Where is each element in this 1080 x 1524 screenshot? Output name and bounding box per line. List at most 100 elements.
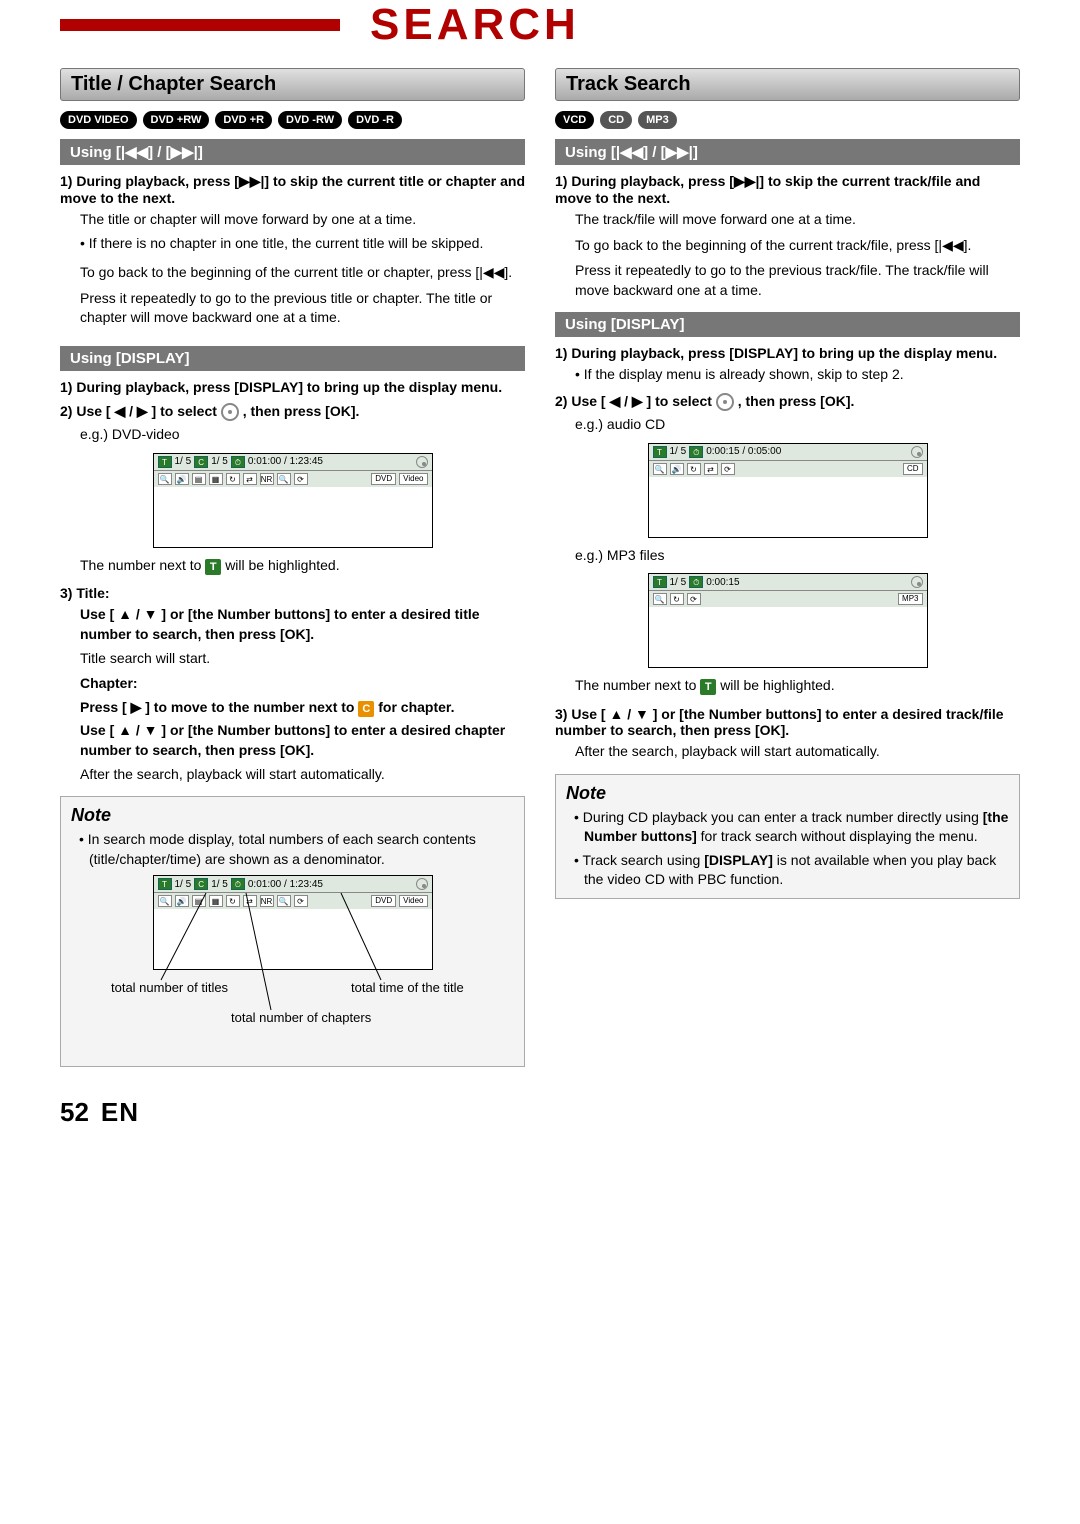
body-text: To go back to the beginning of the curre… bbox=[80, 263, 525, 283]
osd-c-icon: C bbox=[194, 456, 208, 468]
body-text: After the search, playback will start au… bbox=[80, 765, 525, 785]
t-highlight-icon: T bbox=[205, 559, 221, 575]
osd-mini-icon: NR bbox=[260, 473, 274, 485]
body-text: The number next to bbox=[80, 557, 205, 573]
page-title: SEARCH bbox=[340, 0, 580, 50]
body-text: Title search will start. bbox=[80, 649, 525, 669]
step-text: Press [ ▶ ] to move to the number next t… bbox=[80, 699, 358, 715]
osd-tag: DVD bbox=[371, 895, 396, 907]
disc-icon bbox=[911, 576, 923, 588]
step-text: , then press [OK]. bbox=[738, 393, 855, 409]
example-label: e.g.) audio CD bbox=[575, 415, 1020, 435]
step-text: During playback, press [DISPLAY] to brin… bbox=[571, 345, 997, 361]
step-subtitle: Chapter: bbox=[80, 674, 525, 694]
osd-mini-icon: ⟳ bbox=[294, 895, 308, 907]
osd-mini-icon: ⇄ bbox=[704, 463, 718, 475]
osd-mini-icon: ⇄ bbox=[243, 895, 257, 907]
osd-mini-icon: NR bbox=[260, 895, 274, 907]
note-box-left: Note In search mode display, total numbe… bbox=[60, 796, 525, 1067]
step-text: , then press [OK]. bbox=[243, 403, 360, 419]
osd-mini-icon: ↻ bbox=[226, 473, 240, 485]
section-header-title-chapter: Title / Chapter Search bbox=[60, 68, 525, 101]
subsection-using-skip: Using [|◀◀] / [▶▶|] bbox=[60, 139, 525, 165]
disc-badges-right: VCD CD MP3 bbox=[555, 111, 1020, 129]
osd-mini-icon: ▤ bbox=[192, 895, 206, 907]
osd-chapter-count: 1/ 5 bbox=[211, 456, 228, 467]
osd-mini-icon: 🔍 bbox=[158, 895, 172, 907]
osd-t-icon: T bbox=[653, 446, 667, 458]
step-text: Use [ ▲ / ▼ ] or [the Number buttons] to… bbox=[80, 605, 525, 644]
note-box-right: Note During CD playback you can enter a … bbox=[555, 774, 1020, 899]
osd-mini-icon: 🔍 bbox=[653, 463, 667, 475]
step-text: During playback, press [DISPLAY] to brin… bbox=[76, 379, 502, 395]
subsection-using-display: Using [DISPLAY] bbox=[555, 312, 1020, 337]
disc-badge: DVD -RW bbox=[278, 111, 342, 129]
step-text: During playback, press [▶▶|] to skip the… bbox=[555, 173, 980, 206]
header-accent-bar bbox=[60, 19, 340, 31]
t-highlight-icon: T bbox=[700, 679, 716, 695]
osd-t-icon: T bbox=[158, 456, 172, 468]
disc-icon bbox=[416, 456, 428, 468]
osd-display-mp3: T 1/ 5 ⏱ 0:00:15 🔍 ↻ ⟳ MP3 bbox=[648, 573, 928, 668]
osd-tag: CD bbox=[903, 463, 923, 475]
clock-icon: ⏱ bbox=[689, 576, 703, 588]
body-text: will be highlighted. bbox=[225, 557, 339, 573]
osd-mini-icon: ⇄ bbox=[243, 473, 257, 485]
disc-badge: DVD -R bbox=[348, 111, 402, 129]
disc-search-icon bbox=[221, 403, 239, 421]
osd-mini-icon: 🔍 bbox=[277, 895, 291, 907]
osd-mini-icon: 🔍 bbox=[653, 593, 667, 605]
note-bullet: During CD playback you can enter a track… bbox=[574, 808, 1009, 847]
body-text: Press it repeatedly to go to the previou… bbox=[80, 289, 525, 328]
osd-track-count: 1/ 5 bbox=[670, 446, 687, 457]
page-language: EN bbox=[101, 1097, 139, 1128]
disc-icon bbox=[911, 446, 923, 458]
osd-mini-icon: ▦ bbox=[209, 473, 223, 485]
osd-mini-icon: ↻ bbox=[670, 593, 684, 605]
step-number: 3) bbox=[60, 585, 72, 601]
osd-mini-icon: ▤ bbox=[192, 473, 206, 485]
step-number: 1) bbox=[60, 379, 72, 395]
callout-label: total number of titles bbox=[111, 980, 228, 995]
note-bullet: Track search using [DISPLAY] is not avai… bbox=[574, 851, 1009, 890]
clock-icon: ⏱ bbox=[689, 446, 703, 458]
osd-mini-icon: ⟳ bbox=[294, 473, 308, 485]
section-header-track: Track Search bbox=[555, 68, 1020, 101]
bullet-text: If the display menu is already shown, sk… bbox=[575, 365, 1020, 385]
step-number: 2) bbox=[60, 403, 72, 419]
disc-badge: MP3 bbox=[638, 111, 677, 129]
osd-t-icon: T bbox=[653, 576, 667, 588]
osd-mini-icon: ↻ bbox=[687, 463, 701, 475]
osd-title-count: 1/ 5 bbox=[175, 456, 192, 467]
left-column: Title / Chapter Search DVD VIDEO DVD +RW… bbox=[60, 68, 525, 1067]
osd-mini-icon: ↻ bbox=[226, 895, 240, 907]
step-subtitle: Title: bbox=[76, 585, 109, 601]
osd-time: 0:01:00 / 1:23:45 bbox=[248, 456, 323, 467]
osd-title-count: 1/ 5 bbox=[175, 879, 192, 890]
callout-label: total time of the title bbox=[351, 980, 464, 995]
disc-badge: CD bbox=[600, 111, 632, 129]
osd-time: 0:00:15 bbox=[706, 577, 739, 588]
example-label: e.g.) DVD-video bbox=[80, 425, 525, 445]
step-text: Use [ ◀ / ▶ ] to select bbox=[76, 403, 220, 419]
disc-search-icon bbox=[716, 393, 734, 411]
osd-tag: MP3 bbox=[898, 593, 922, 605]
osd-mini-icon: ⟳ bbox=[721, 463, 735, 475]
osd-time: 0:01:00 / 1:23:45 bbox=[248, 879, 323, 890]
disc-badge: DVD +R bbox=[215, 111, 272, 129]
osd-mini-icon: ▦ bbox=[209, 895, 223, 907]
clock-icon: ⏱ bbox=[231, 456, 245, 468]
body-text: After the search, playback will start au… bbox=[575, 742, 1020, 762]
step-text: for chapter. bbox=[378, 699, 454, 715]
example-label: e.g.) MP3 files bbox=[575, 546, 1020, 566]
subsection-using-skip: Using [|◀◀] / [▶▶|] bbox=[555, 139, 1020, 165]
bullet-text: If there is no chapter in one title, the… bbox=[80, 234, 525, 254]
step-text: Use [ ▲ / ▼ ] or [the Number buttons] to… bbox=[80, 721, 525, 760]
step-number: 3) bbox=[555, 706, 567, 722]
note-title: Note bbox=[71, 805, 514, 826]
c-highlight-icon: C bbox=[358, 701, 374, 717]
step-text: During playback, press [▶▶|] to skip the… bbox=[60, 173, 525, 206]
disc-badge: VCD bbox=[555, 111, 594, 129]
note-bullet: In search mode display, total numbers of… bbox=[79, 830, 514, 869]
osd-t-icon: T bbox=[158, 878, 172, 890]
